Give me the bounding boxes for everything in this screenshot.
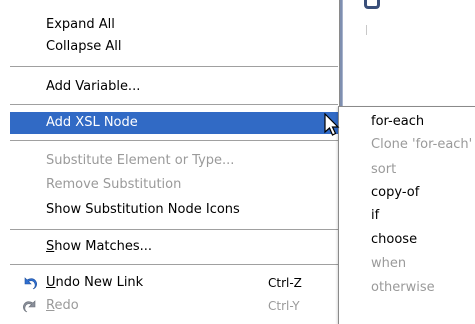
submenu-item-label: sort [371, 162, 397, 177]
menu-separator [10, 66, 338, 68]
menu-item-label: Collapse All [46, 39, 122, 54]
menu-item-mnemonic: U [46, 275, 56, 290]
undo-arrow-icon [24, 277, 37, 290]
submenu-item-label: otherwise [371, 280, 435, 295]
submenu-item-label: for-each [371, 114, 425, 129]
menu-item-remove-substitution[interactable]: Remove Substitution [10, 174, 338, 196]
menu-item-label: Add XSL Node [46, 115, 138, 130]
menu-item-label: Show Substitution Node Icons [46, 202, 240, 217]
submenu-item-choose[interactable]: choose [339, 229, 475, 251]
background-mark [366, 25, 367, 35]
menu-separator [10, 264, 338, 266]
menu-item-label: how Matches... [54, 239, 153, 254]
menu-item-shortcut: Ctrl-Z [268, 276, 302, 290]
menu-item-label: Substitute Element or Type... [46, 153, 235, 168]
menu-item-add-variable[interactable]: Add Variable... [10, 76, 338, 98]
menu-item-add-xsl-node[interactable]: Add XSL Node [10, 112, 338, 134]
menu-item-redo[interactable]: Redo Ctrl-Y [10, 295, 338, 317]
submenu-item-for-each[interactable]: for-each [339, 111, 475, 133]
submenu-item-label: choose [371, 232, 418, 247]
menu-separator [10, 104, 338, 106]
menu-item-label: ndo New Link [55, 275, 144, 290]
screen: Expand All Collapse All Add Variable... … [0, 0, 475, 324]
menu-item-label: edo [54, 298, 79, 313]
menu-item-label: Remove Substitution [46, 177, 182, 192]
menu-separator [10, 140, 338, 142]
submenu-item-label: when [371, 256, 407, 271]
menu-item-shortcut: Ctrl-Y [268, 299, 300, 313]
submenu-item-copy-of[interactable]: copy-of [339, 182, 475, 204]
submenu-item-sort[interactable]: sort [339, 159, 475, 181]
submenu-item-label: copy-of [371, 185, 420, 200]
menu-item-label: Add Variable... [46, 79, 141, 94]
submenu-item-if[interactable]: if [339, 205, 475, 227]
submenu-item-label: if [371, 208, 380, 223]
menu-item-substitute-element[interactable]: Substitute Element or Type... [10, 150, 338, 172]
menu-separator [10, 229, 338, 231]
menu-item-show-substitution-icons[interactable]: Show Substitution Node Icons [10, 199, 338, 221]
menu-item-expand-all[interactable]: Expand All [10, 14, 338, 36]
submenu-item-label: Clone 'for-each' [371, 137, 473, 152]
menu-item-label: Expand All [46, 17, 115, 32]
menu-item-undo[interactable]: Undo New Link Ctrl-Z [10, 272, 338, 294]
submenu-item-clone-for-each[interactable]: Clone 'for-each' [339, 134, 475, 156]
submenu-item-when[interactable]: when [339, 253, 475, 275]
background-glyph [364, 0, 380, 9]
mouse-pointer-icon [324, 113, 340, 136]
context-menu: Expand All Collapse All Add Variable... … [0, 0, 340, 324]
submenu-item-otherwise[interactable]: otherwise [339, 277, 475, 299]
xsl-node-submenu: for-each Clone 'for-each' sort copy-of i… [338, 106, 475, 324]
redo-arrow-icon [23, 300, 36, 313]
menu-item-show-matches[interactable]: Show Matches... [10, 236, 338, 258]
menu-item-collapse-all[interactable]: Collapse All [10, 36, 338, 58]
